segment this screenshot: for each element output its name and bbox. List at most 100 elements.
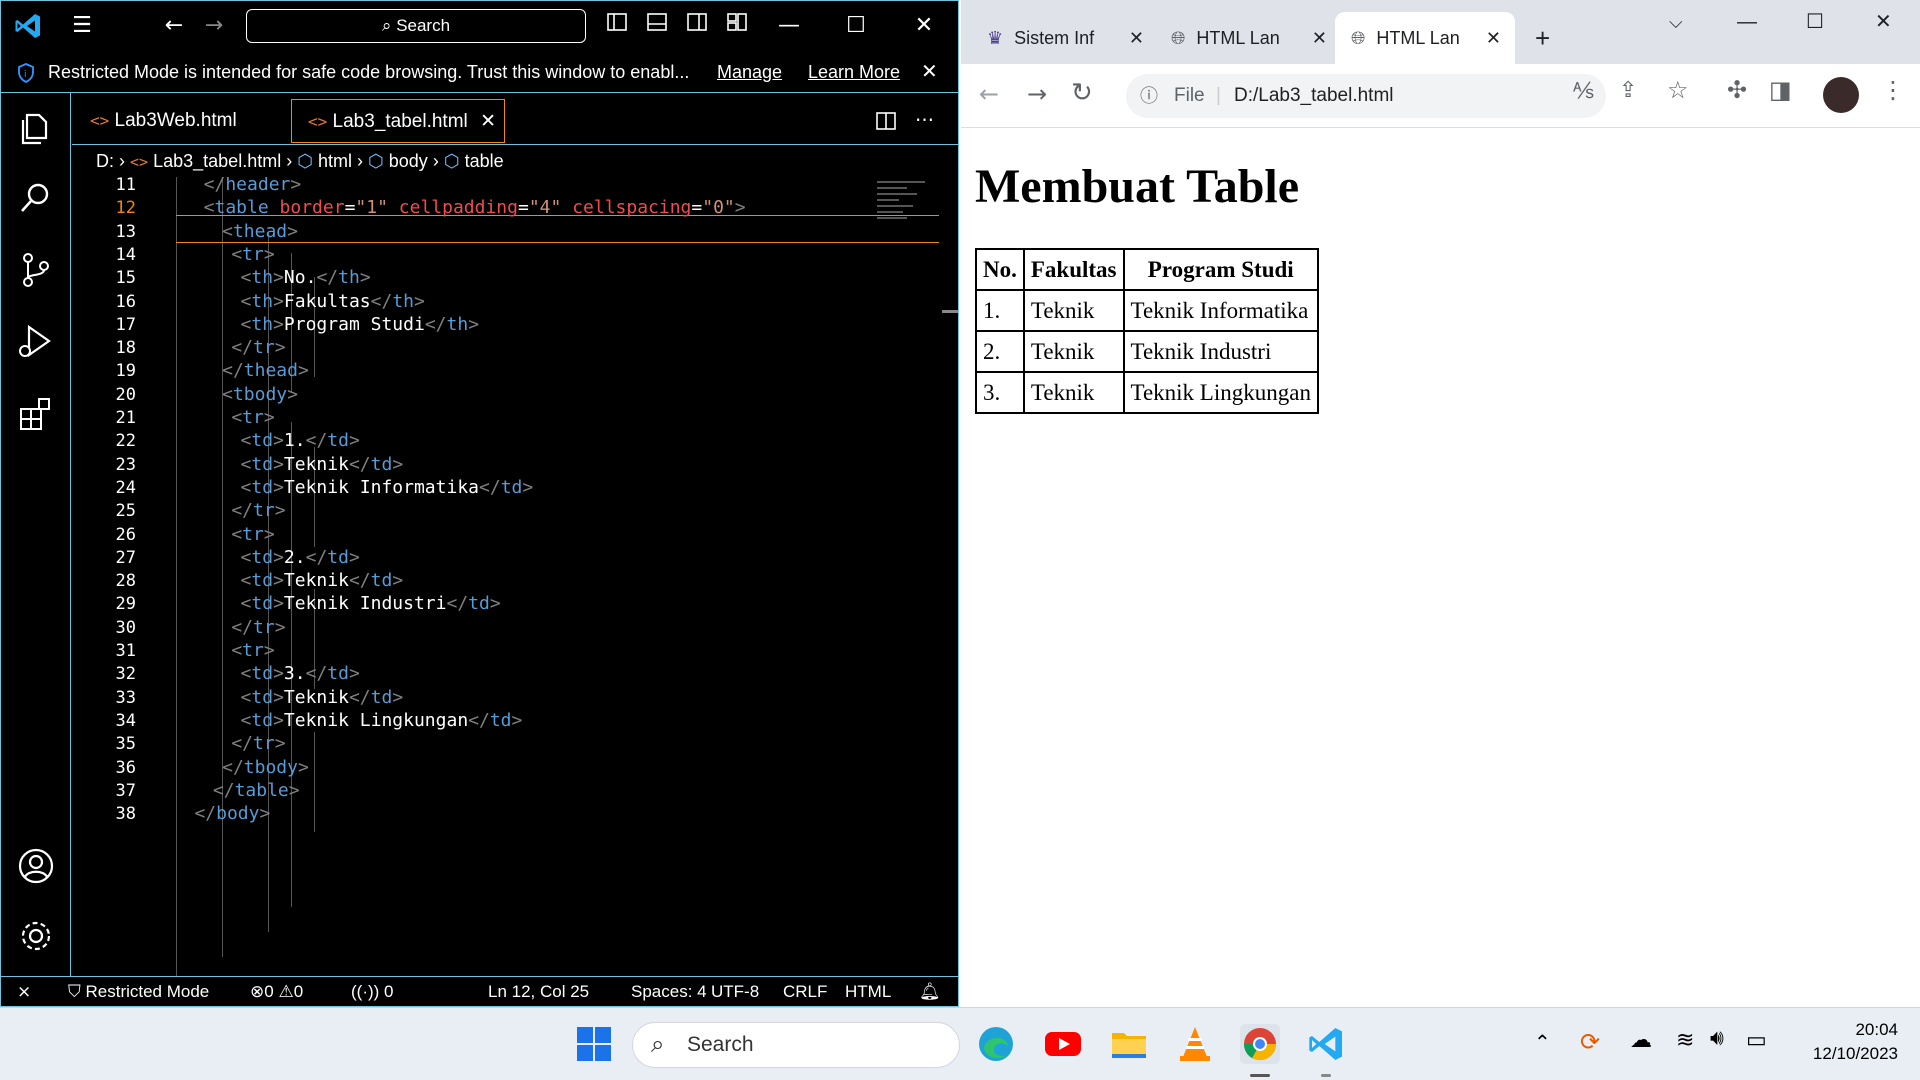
manage-link[interactable]: Manage [717, 52, 782, 93]
close-icon[interactable]: ✕ [909, 11, 939, 41]
edge-icon[interactable] [976, 1024, 1016, 1064]
chrome-tab-sistem[interactable]: ♛ Sistem Inf ✕ [987, 12, 1152, 64]
cube-icon: ⬡ [443, 151, 460, 171]
accounts-icon[interactable] [15, 845, 57, 887]
address-bar[interactable]: ⓘ File | D:/Lab3_tabel.html [1126, 74, 1606, 118]
code-editor[interactable]: 11 </header> 12 <table border="1" cellpaddi… [72, 177, 958, 976]
run-debug-icon[interactable] [15, 321, 57, 363]
breadcrumb-html[interactable]: html [318, 151, 352, 171]
banner-close-icon[interactable]: ✕ [921, 52, 938, 93]
encoding-status[interactable]: UTF-8 [711, 977, 759, 1006]
breadcrumb-table[interactable]: table [465, 151, 504, 171]
battery-icon[interactable]: ▭ [1746, 1028, 1767, 1053]
customize-layout-icon[interactable] [722, 11, 752, 41]
translate-icon[interactable]: ⅍ [1573, 78, 1594, 104]
tab-close-icon[interactable]: ✕ [480, 100, 496, 144]
remote-icon[interactable]: ⨯ [17, 977, 31, 1006]
extensions-icon[interactable] [15, 393, 57, 435]
chrome-icon[interactable] [1240, 1024, 1280, 1064]
new-tab-plus-icon[interactable]: + [1535, 12, 1550, 64]
onedrive-cloud-icon[interactable]: ☁ [1630, 1028, 1652, 1053]
breadcrumb-file[interactable]: Lab3_tabel.html [153, 151, 281, 171]
sync-icon[interactable]: ⟳ [1580, 1028, 1600, 1056]
chrome-tab-html-active[interactable]: 🌐︎ HTML Lan ✕ [1335, 12, 1515, 64]
toggle-panel-icon[interactable] [642, 11, 672, 41]
problems-status[interactable]: ⊗0 ⚠0 [250, 977, 303, 1006]
learn-more-link[interactable]: Learn More [808, 52, 900, 93]
breadcrumb-body[interactable]: body [389, 151, 428, 171]
url-text[interactable]: D:/Lab3_tabel.html [1234, 74, 1394, 118]
reload-icon[interactable]: ↻ [1071, 78, 1093, 108]
minimap[interactable] [877, 177, 937, 257]
breadcrumb-drive[interactable]: D: [96, 151, 114, 171]
back-arrow-icon[interactable]: ← [159, 11, 189, 41]
restricted-mode-status[interactable]: ⛉ Restricted Mode [68, 977, 209, 1006]
vlc-icon[interactable] [1175, 1024, 1215, 1064]
settings-gear-icon[interactable] [15, 915, 57, 957]
tab-close-icon[interactable]: ✕ [1129, 12, 1144, 64]
chrome-menu-icon[interactable]: ⋮ [1881, 76, 1905, 104]
restricted-mode-banner: i Restricted Mode is intended for safe c… [1, 52, 958, 93]
profile-avatar[interactable] [1823, 77, 1859, 113]
youtube-icon[interactable] [1043, 1024, 1083, 1064]
scrollbar-thumb[interactable] [942, 310, 958, 313]
line-number: 38 [115, 804, 136, 825]
tab-lab3-tabel[interactable]: <> Lab3_tabel.html ✕ [291, 99, 505, 143]
ports-status[interactable]: ((·)) 0 [351, 977, 394, 1006]
split-editor-icon[interactable] [867, 99, 907, 145]
minimize-icon[interactable]: — [774, 11, 804, 41]
taskbar-search-box[interactable]: ⌕ Search [632, 1022, 960, 1068]
explorer-icon[interactable] [15, 107, 57, 149]
volume-icon[interactable]: 🔊︎ [1710, 1026, 1724, 1051]
search-icon[interactable] [15, 177, 57, 219]
language-status[interactable]: HTML [845, 977, 891, 1006]
extensions-puzzle-icon[interactable]: ✣ [1727, 76, 1747, 104]
forward-arrow-icon[interactable]: → [199, 11, 229, 41]
table-cell: 3. [976, 372, 1024, 413]
vscode-taskbar-icon[interactable] [1306, 1024, 1346, 1064]
tab-close-icon[interactable]: ✕ [1486, 12, 1501, 64]
indentation-status[interactable]: Spaces: 4 [631, 977, 707, 1006]
code-line: </tr> [231, 733, 286, 755]
back-arrow-icon[interactable]: ← [979, 80, 999, 108]
side-panel-icon[interactable]: ◨ [1769, 76, 1792, 104]
tray-chevron-up-icon[interactable]: ⌃ [1534, 1030, 1551, 1054]
forward-arrow-icon[interactable]: → [1027, 80, 1047, 108]
clock[interactable]: 20:04 12/10/2023 [1813, 1018, 1898, 1066]
bookmark-star-icon[interactable]: ☆ [1667, 76, 1689, 104]
toggle-secondary-sidebar-icon[interactable] [682, 11, 712, 41]
title-bar: ☰ ← → ⌕ Search — ☐ ✕ [1, 1, 958, 52]
minimize-icon[interactable]: — [1737, 0, 1757, 52]
line-number: 26 [115, 524, 136, 545]
code-line: <td>3.</td> [240, 663, 360, 685]
eol-status[interactable]: CRLF [783, 977, 827, 1006]
windows-start-icon[interactable] [574, 1024, 614, 1064]
tab-search-chevron-icon[interactable]: ⌵ [1669, 0, 1683, 52]
share-icon[interactable]: ⇪ [1619, 78, 1637, 103]
wifi-icon[interactable]: ≋ [1676, 1028, 1694, 1053]
cursor-position[interactable]: Ln 12, Col 25 [488, 977, 589, 1006]
chrome-active-indicator [1250, 1074, 1270, 1077]
restricted-mode-label: Restricted Mode [85, 982, 210, 1001]
line-number: 31 [115, 641, 136, 661]
status-bar: ⨯ ⛉ Restricted Mode ⊗0 ⚠0 ((·)) 0 Ln 12,… [1, 976, 958, 1006]
taskbar-search-label: Search [687, 1033, 754, 1056]
cube-icon: ⬡ [368, 151, 384, 171]
tab-lab3web[interactable]: <> Lab3Web.html [74, 99, 287, 145]
notifications-bell-icon[interactable]: 🔔︎ [919, 977, 941, 1006]
toggle-sidebar-icon[interactable] [602, 11, 632, 41]
menu-icon[interactable]: ☰ [67, 11, 97, 41]
code-line: </tr> [231, 337, 286, 359]
code-line: <td>Teknik</td> [240, 453, 404, 475]
source-control-icon[interactable] [15, 249, 57, 291]
tab-close-icon[interactable]: ✕ [1312, 12, 1327, 64]
more-actions-icon[interactable]: ⋯ [907, 99, 947, 145]
command-center-search[interactable]: ⌕ Search [246, 9, 586, 43]
code-lines: 11 </header> 12 <table border="1" cellpaddi… [72, 177, 942, 976]
chrome-tab-html-1[interactable]: 🌐︎ HTML Lan ✕ [1171, 12, 1335, 64]
maximize-icon[interactable]: ☐ [841, 11, 871, 41]
file-explorer-icon[interactable] [1109, 1024, 1149, 1064]
maximize-icon[interactable]: ☐ [1806, 0, 1824, 52]
chrome-tab-label: Sistem Inf [1014, 28, 1095, 48]
close-icon[interactable]: ✕ [1875, 0, 1892, 52]
